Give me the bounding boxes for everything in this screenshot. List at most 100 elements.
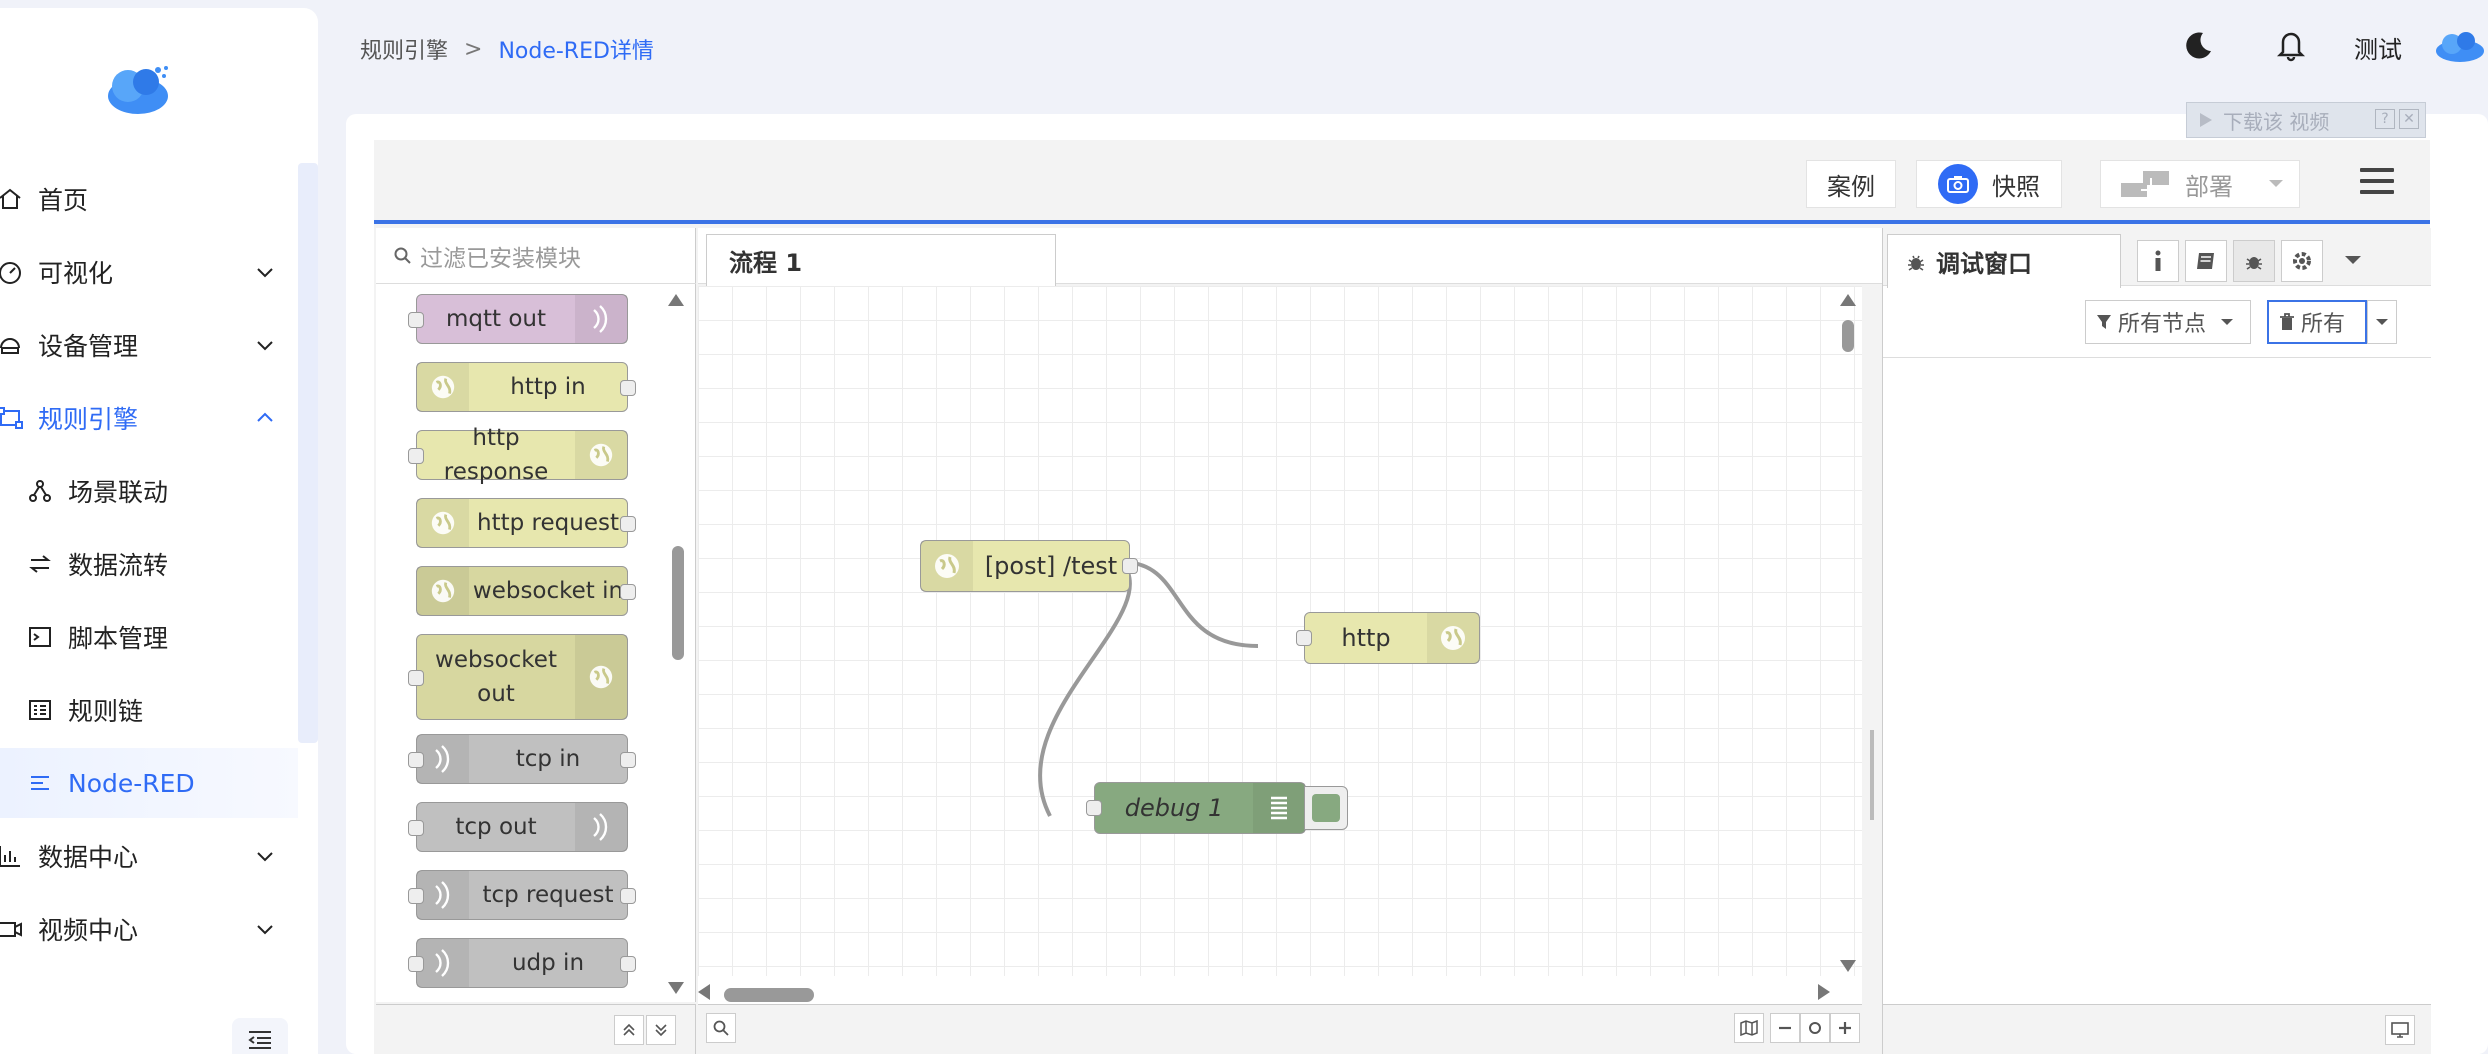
tab-flow-1[interactable]: 流程 1 (706, 234, 1056, 286)
sidebar-menu-caret-icon[interactable] (2343, 254, 2363, 266)
deploy-button[interactable]: 部署 (2100, 160, 2300, 208)
user-name[interactable]: 测试 (2354, 30, 2402, 65)
expand-all-button[interactable] (646, 1015, 676, 1045)
caret-down-icon (2221, 319, 2234, 325)
scroll-down-arrow-icon[interactable] (1838, 958, 1858, 974)
play-icon (2200, 113, 2212, 127)
open-in-window-button[interactable] (2385, 1015, 2415, 1045)
output-port[interactable] (1122, 558, 1138, 574)
search-icon (394, 247, 411, 264)
help-icon[interactable]: ? (2375, 109, 2395, 129)
collapse-all-button[interactable] (614, 1015, 644, 1045)
output-port (620, 956, 636, 972)
sidebar-item-rule-chain[interactable]: 规则链 (0, 675, 298, 745)
avatar-cloud-icon[interactable] (2430, 26, 2488, 64)
dark-mode-moon-icon[interactable] (2180, 26, 2218, 64)
sidebar-item-data-center[interactable]: 数据中心 (0, 821, 298, 891)
deploy-icon (2121, 169, 2169, 199)
zoom-in-button[interactable] (1830, 1013, 1860, 1043)
scroll-up-arrow-icon[interactable] (666, 292, 686, 308)
palette-node[interactable]: http response (408, 425, 628, 485)
chevron-down-icon (257, 852, 273, 862)
flow-workspace[interactable]: [post] /test http debug 1 (698, 286, 1862, 976)
sidebar: 首页 可视化 设备管理 规则引擎 场景联动 数据流转 脚本管理 规则链 Node… (0, 8, 318, 1054)
tab-debug-window[interactable]: 调试窗口 (1887, 234, 2121, 288)
clear-options-button[interactable] (2367, 300, 2397, 344)
output-port (620, 516, 636, 532)
input-port (408, 752, 424, 768)
sidebar-item-video-center[interactable]: 视频中心 (0, 894, 298, 964)
sidebar-item-visualization[interactable]: 可视化 (0, 237, 298, 307)
sidebar-item-label: 视频中心 (38, 916, 139, 945)
palette-node[interactable]: udp in (408, 938, 636, 988)
examples-label: 案例 (1827, 172, 1875, 201)
sidebar-item-device-management[interactable]: 设备管理 (0, 310, 298, 380)
flow-node-debug[interactable]: debug 1 (1086, 782, 1306, 834)
palette-scrollbar-thumb[interactable] (672, 546, 684, 660)
palette-node[interactable]: websocket out (408, 634, 628, 720)
transfer-icon (26, 550, 54, 578)
config-tab-button[interactable] (2281, 240, 2323, 282)
sidebar-item-script-management[interactable]: 脚本管理 (0, 602, 298, 672)
sidebar-separator[interactable] (1862, 286, 1884, 1002)
sidebar-item-scene-linkage[interactable]: 场景联动 (0, 456, 298, 526)
sidebar-footer (1883, 1004, 2431, 1054)
scroll-down-arrow-icon[interactable] (666, 980, 686, 996)
palette-node[interactable]: mqtt out (408, 294, 628, 344)
signal-icon (575, 803, 627, 851)
input-port[interactable] (1086, 800, 1102, 816)
zoom-out-button[interactable] (1770, 1013, 1800, 1043)
scroll-right-arrow-icon[interactable] (1816, 982, 1832, 1002)
info-tab-button[interactable] (2137, 240, 2179, 282)
notification-bell-icon[interactable] (2272, 26, 2310, 64)
search-flows-button[interactable] (706, 1013, 736, 1043)
workspace-hscroll-thumb[interactable] (724, 988, 814, 1002)
help-tab-button[interactable] (2185, 240, 2227, 282)
examples-button[interactable]: 案例 (1806, 160, 1896, 208)
sidebar-item-home[interactable]: 首页 (0, 164, 298, 234)
sidebar-item-label: 设备管理 (38, 332, 139, 361)
signal-icon (417, 939, 469, 987)
palette-node[interactable]: tcp in (408, 734, 636, 784)
breadcrumb-parent[interactable]: 规则引擎 (360, 33, 448, 65)
navigator-button[interactable] (1734, 1013, 1764, 1043)
flow-node-label: debug 1 (1124, 794, 1224, 822)
sidebar-item-node-red[interactable]: Node-RED (0, 748, 298, 818)
zoom-reset-button[interactable] (1800, 1013, 1830, 1043)
palette-node[interactable]: http in (416, 362, 636, 412)
clear-all-button[interactable]: 所有 (2267, 300, 2367, 344)
caret-down-icon[interactable] (2267, 179, 2285, 189)
sidebar-item-rule-engine[interactable]: 规则引擎 (0, 383, 298, 453)
scroll-left-arrow-icon[interactable] (696, 982, 712, 1002)
workspace-vscroll-thumb[interactable] (1842, 320, 1854, 352)
palette-node[interactable]: tcp request (408, 870, 636, 920)
sidebar-item-label: 数据中心 (38, 843, 139, 872)
breadcrumb-separator: > (464, 36, 483, 62)
flow-node-http-in[interactable]: [post] /test (920, 540, 1138, 592)
sidebar-collapse-button[interactable] (232, 1018, 288, 1054)
filter-nodes-button[interactable]: 所有节点 (2085, 300, 2251, 344)
sidebar-scrollbar[interactable] (298, 163, 318, 743)
flow-node-http-response[interactable]: http (1296, 612, 1480, 664)
camera-icon (1938, 164, 1978, 204)
debug-tab-button[interactable] (2233, 240, 2275, 282)
signal-icon (575, 295, 627, 343)
close-icon[interactable]: ✕ (2399, 109, 2419, 129)
input-port[interactable] (1296, 630, 1312, 646)
download-video-label: 下载该 视频 (2223, 109, 2330, 134)
wire-post-to-http (1121, 560, 1259, 648)
palette-node[interactable]: tcp out (408, 802, 628, 852)
scroll-up-arrow-icon[interactable] (1838, 292, 1858, 308)
filter-nodes-label: 所有节点 (2118, 312, 2207, 337)
download-video-banner[interactable]: 下载该 视频 ? ✕ (2186, 102, 2426, 138)
sidebar-item-label: 场景联动 (68, 478, 169, 507)
node-palette: 过滤已安装模块 mqtt out http in http response http… (376, 228, 696, 1002)
palette-node[interactable]: websocket in (416, 566, 636, 616)
palette-node[interactable]: http request (416, 498, 636, 548)
sidebar-item-data-forward[interactable]: 数据流转 (0, 529, 298, 599)
output-port (620, 380, 636, 396)
debug-toggle-button[interactable] (1304, 786, 1348, 830)
palette-search-input[interactable]: 过滤已安装模块 (376, 228, 696, 284)
main-menu-icon[interactable] (2360, 168, 2394, 198)
snapshot-button[interactable]: 快照 (1916, 160, 2062, 208)
